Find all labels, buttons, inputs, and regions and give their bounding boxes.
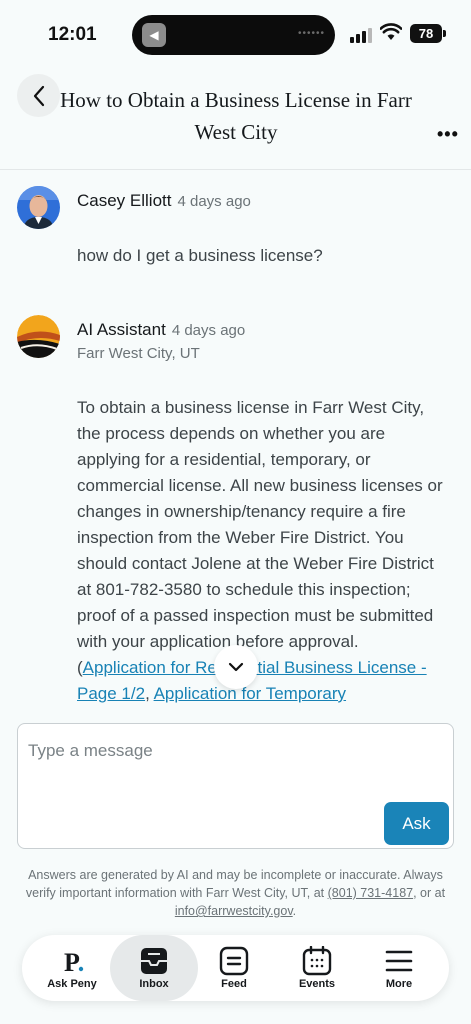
message-text: how do I get a business license? [77,246,323,265]
disclaimer-suffix: . [292,904,297,918]
tab-inbox[interactable]: Inbox [110,935,198,1001]
svg-text:P: P [64,948,80,976]
calendar-icon [302,946,332,976]
conversation-header: How to Obtain a Business License in Farr… [0,66,471,170]
email-link[interactable]: info@farrwestcity.gov [175,904,293,918]
status-time: 12:01 [48,24,97,45]
message-text: To obtain a business license in Farr Wes… [77,395,449,707]
ask-button[interactable]: Ask [384,802,449,845]
source-link-temporary[interactable]: Application for Temporary [154,684,346,703]
scroll-to-bottom-button[interactable] [214,645,258,689]
inbox-icon [141,948,167,974]
chevron-left-icon [33,85,44,106]
status-bar: 12:01 ◀ •••••• 78 [0,0,471,66]
tab-label: More [385,978,413,990]
tab-label: Events [298,978,336,990]
battery-indicator: 78 [410,24,446,43]
link-separator: , [145,684,154,703]
message-author: AI Assistant 4 days ago [77,320,245,340]
tab-label: Inbox [139,978,169,990]
tab-label: Ask Peny [47,978,97,990]
message-timestamp: 4 days ago [171,322,246,339]
phone-link[interactable]: (801) 731-4187 [328,886,413,900]
cellular-signal-icon [350,28,372,43]
disclaimer-middle: , or at [413,886,446,900]
menu-icon [385,950,413,972]
bottom-tab-bar: P Ask Peny Inbox Feed Events More [22,935,449,1001]
tab-events[interactable]: Events [275,935,359,1001]
tab-feed[interactable]: Feed [192,935,276,1001]
author-name: AI Assistant [77,320,166,339]
peny-logo-icon: P [64,948,84,976]
more-options-icon[interactable]: ••• [437,124,459,145]
speaker-icon: ◀ [142,23,166,47]
author-name: Casey Elliott [77,191,172,210]
message-input[interactable]: Type a message Ask [17,723,454,849]
activity-dots-icon: •••••• [297,28,325,39]
chevron-down-icon [228,662,244,672]
dynamic-island: ◀ •••••• [132,15,335,55]
tab-more[interactable]: More [357,935,441,1001]
page-title: How to Obtain a Business License in Farr… [60,88,412,144]
message-input-placeholder: Type a message [28,741,153,760]
back-button[interactable] [17,74,60,117]
feed-icon [219,946,249,976]
wifi-icon [380,23,402,40]
tab-ask-peny[interactable]: P Ask Peny [30,935,114,1001]
user-avatar [17,186,60,229]
message-timestamp: 4 days ago [177,193,251,210]
ai-answer-text: To obtain a business license in Farr Wes… [77,398,443,677]
message-author: Casey Elliott 4 days ago [77,191,251,211]
ai-assistant-avatar [17,315,60,358]
author-location: Farr West City, UT [77,345,200,362]
ai-disclaimer: Answers are generated by AI and may be i… [17,866,454,920]
tab-label: Feed [221,978,247,990]
